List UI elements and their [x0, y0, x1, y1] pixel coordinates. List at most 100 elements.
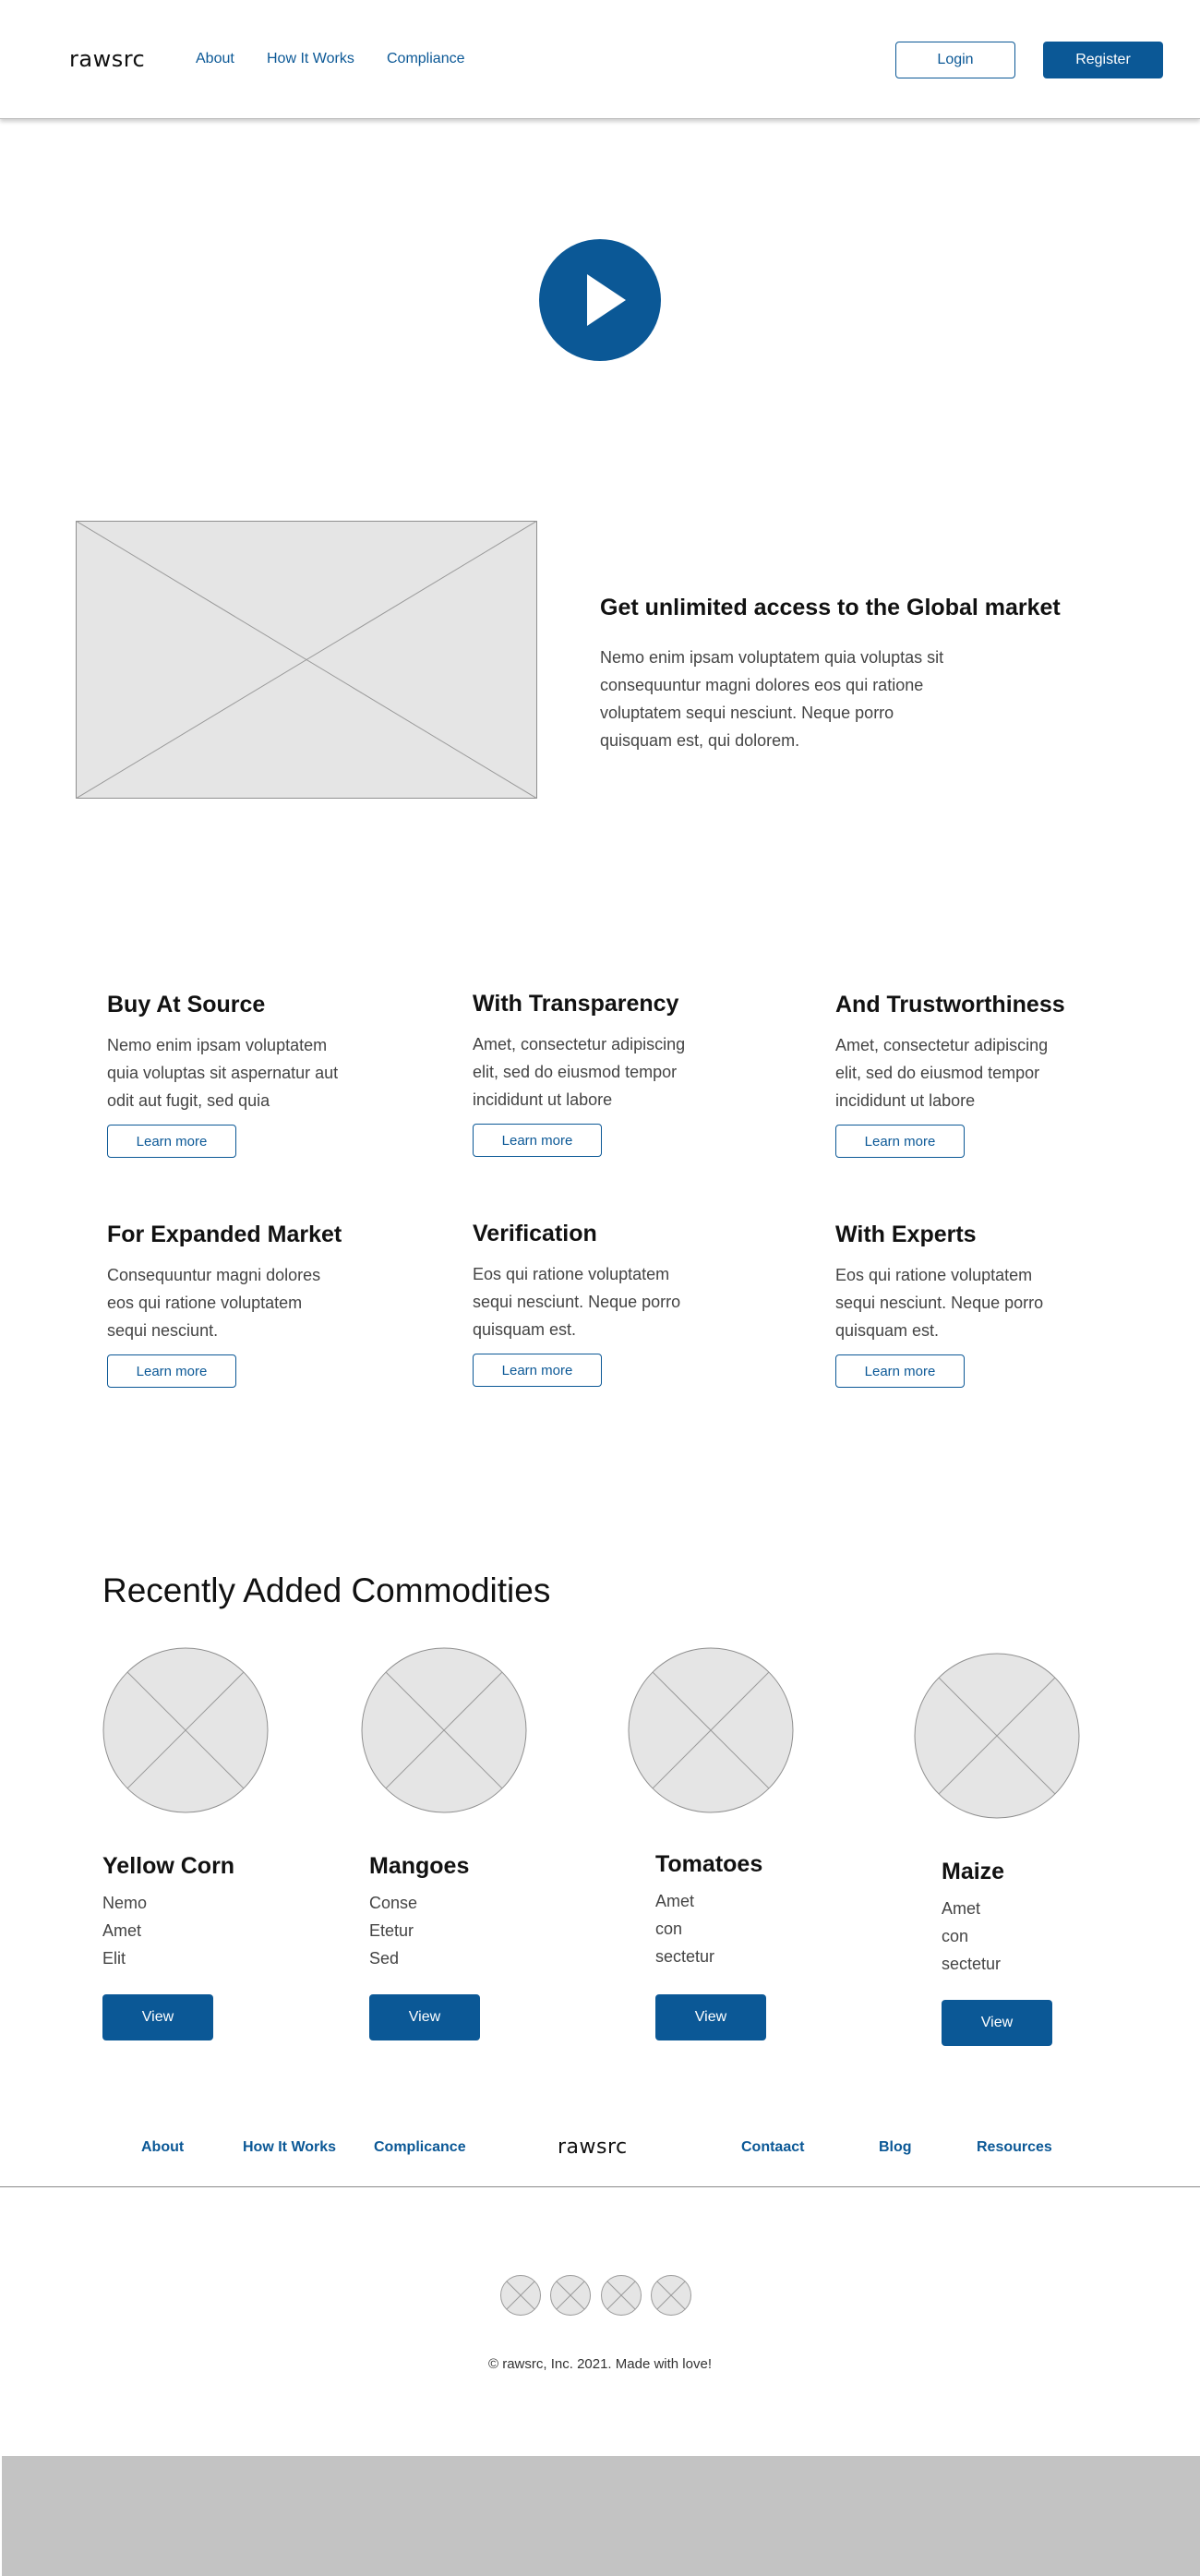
nav-how-it-works[interactable]: How It Works: [267, 51, 354, 67]
commodity-image-placeholder: [361, 1647, 527, 1813]
feature-card: With Transparency Amet, consectetur adip…: [473, 991, 750, 1157]
commodity-detail-line: Sed: [369, 1949, 400, 1968]
feature-paragraph-line: Nemo enim ipsam voluptatem quia voluptas…: [600, 648, 944, 667]
view-button[interactable]: View: [102, 1994, 213, 2040]
commodity-card: Tomatoes Amet con sectetur View: [628, 1647, 794, 2040]
commodity-detail-line: Amet: [942, 1899, 981, 1918]
social-icon-placeholder[interactable]: [550, 2275, 591, 2316]
feature-title: Verification: [473, 1221, 597, 1246]
feature-text-line: eos qui ratione voluptatem: [107, 1294, 303, 1312]
view-button[interactable]: View: [942, 2000, 1052, 2046]
view-button[interactable]: View: [369, 1994, 480, 2040]
commodity-detail-line: sectetur: [942, 1955, 1002, 1973]
feature-text-line: Eos qui ratione voluptatem: [835, 1266, 1033, 1284]
feature-card: For Expanded Market Consequuntur magni d…: [107, 1222, 384, 1388]
feature-text-line: quia voluptas sit aspernatur aut: [107, 1064, 339, 1082]
nav-compliance[interactable]: Compliance: [387, 51, 464, 67]
feature-text-line: elit, sed do eiusmod tempor: [473, 1063, 678, 1081]
register-button[interactable]: Register: [1043, 42, 1163, 78]
feature-card: Buy At Source Nemo enim ipsam voluptatem…: [107, 992, 384, 1158]
learn-more-button[interactable]: Learn more: [107, 1125, 236, 1158]
commodity-detail-line: Amet: [655, 1892, 695, 1910]
feature-text: Amet, consectetur adipiscing elit, sed d…: [835, 1031, 1112, 1114]
commodity-detail-line: Etetur: [369, 1921, 414, 1940]
commodity-detail-line: Conse: [369, 1894, 418, 1912]
feature-text-line: incididunt ut labore: [835, 1091, 976, 1110]
site-header: [0, 0, 1200, 119]
commodity-name: Maize: [942, 1859, 1005, 1884]
play-icon: [587, 274, 626, 326]
footer-link-resources[interactable]: Resources: [977, 2139, 1052, 2156]
learn-more-button[interactable]: Learn more: [473, 1124, 602, 1157]
feature-text: Amet, consectetur adipiscing elit, sed d…: [473, 1030, 750, 1113]
feature-text-line: quisquam est.: [473, 1320, 577, 1339]
feature-text: Eos qui ratione voluptatem sequi nesciun…: [835, 1261, 1112, 1344]
commodity-detail-line: con: [655, 1920, 683, 1938]
commodity-card: Maize Amet con sectetur View: [914, 1653, 1080, 2046]
feature-paragraph-line: voluptatem sequi nesciunt. Neque porro: [600, 704, 894, 722]
learn-more-button[interactable]: Learn more: [835, 1125, 965, 1158]
feature-title: With Transparency: [473, 991, 679, 1017]
commodity-name: Mangoes: [369, 1853, 470, 1879]
social-icon-placeholder[interactable]: [500, 2275, 541, 2316]
copyright: © rawsrc, Inc. 2021. Made with love!: [488, 2356, 712, 2372]
feature-paragraph-line: consequuntur magni dolores eos qui ratio…: [600, 676, 924, 694]
commodity-image-placeholder: [628, 1647, 794, 1813]
login-button[interactable]: Login: [895, 42, 1015, 78]
footer-logo[interactable]: rawsrc: [558, 2136, 628, 2159]
learn-more-button[interactable]: Learn more: [473, 1354, 602, 1387]
feature-text-line: Nemo enim ipsam voluptatem: [107, 1036, 328, 1054]
feature-text-line: Eos qui ratione voluptatem: [473, 1265, 670, 1283]
feature-text: Eos qui ratione voluptatem sequi nesciun…: [473, 1260, 750, 1343]
feature-title: And Trustworthiness: [835, 992, 1065, 1017]
commodity-details: Conse Etetur Sed: [369, 1889, 527, 1972]
commodity-name: Tomatoes: [655, 1851, 763, 1877]
social-icon-placeholder[interactable]: [601, 2275, 642, 2316]
feature-text-line: Amet, consectetur adipiscing: [473, 1035, 686, 1053]
feature-text-line: elit, sed do eiusmod tempor: [835, 1064, 1040, 1082]
commodity-image-placeholder: [102, 1647, 269, 1813]
feature-text-line: Consequuntur magni dolores: [107, 1266, 321, 1284]
feature-text-line: quisquam est.: [835, 1321, 940, 1340]
feature-heading: Get unlimited access to the Global marke…: [600, 595, 1061, 620]
nav-about[interactable]: About: [196, 51, 234, 67]
image-placeholder: [75, 520, 538, 800]
feature-card: With Experts Eos qui ratione voluptatem …: [835, 1222, 1112, 1388]
view-button[interactable]: View: [655, 1994, 766, 2040]
logo[interactable]: rawsrc: [69, 46, 145, 72]
commodity-details: Amet con sectetur: [942, 1895, 1080, 1978]
feature-paragraph: Nemo enim ipsam voluptatem quia voluptas…: [600, 644, 1025, 754]
commodity-detail-line: Elit: [102, 1949, 126, 1968]
commodity-detail-line: sectetur: [655, 1947, 715, 1966]
feature-text-line: sequi nesciunt. Neque porro: [835, 1294, 1044, 1312]
feature-text-line: sequi nesciunt.: [107, 1321, 219, 1340]
feature-title: For Expanded Market: [107, 1222, 342, 1247]
learn-more-button[interactable]: Learn more: [107, 1354, 236, 1388]
footer-link-compliance[interactable]: Complicance: [374, 2139, 466, 2156]
social-icon-placeholder[interactable]: [651, 2275, 691, 2316]
commodity-detail-line: con: [942, 1927, 969, 1945]
commodity-card: Mangoes Conse Etetur Sed View: [361, 1647, 527, 2040]
footer-divider: [0, 2186, 1200, 2187]
commodity-image-placeholder: [914, 1653, 1080, 1819]
feature-paragraph-line: quisquam est, qui dolorem.: [600, 731, 800, 750]
footer-link-contact[interactable]: Contaact: [741, 2139, 804, 2156]
footer-link-how-it-works[interactable]: How It Works: [243, 2139, 336, 2156]
footer-band: [2, 2456, 1200, 2576]
footer-link-blog[interactable]: Blog: [879, 2139, 912, 2156]
feature-text: Nemo enim ipsam voluptatem quia voluptas…: [107, 1031, 384, 1114]
commodity-detail-line: Nemo: [102, 1894, 148, 1912]
learn-more-button[interactable]: Learn more: [835, 1354, 965, 1388]
commodity-details: Nemo Amet Elit: [102, 1889, 269, 1972]
play-video-button[interactable]: [539, 239, 661, 361]
feature-text-line: Amet, consectetur adipiscing: [835, 1036, 1049, 1054]
feature-text: Consequuntur magni dolores eos qui ratio…: [107, 1261, 384, 1344]
feature-text-line: sequi nesciunt. Neque porro: [473, 1293, 681, 1311]
feature-title: With Experts: [835, 1222, 977, 1247]
footer-link-about[interactable]: About: [141, 2139, 184, 2156]
feature-text-line: odit aut fugit, sed quia: [107, 1091, 270, 1110]
commodity-details: Amet con sectetur: [655, 1887, 794, 1970]
feature-card: Verification Eos qui ratione voluptatem …: [473, 1221, 750, 1387]
feature-title: Buy At Source: [107, 992, 266, 1017]
feature-card: And Trustworthiness Amet, consectetur ad…: [835, 992, 1112, 1158]
